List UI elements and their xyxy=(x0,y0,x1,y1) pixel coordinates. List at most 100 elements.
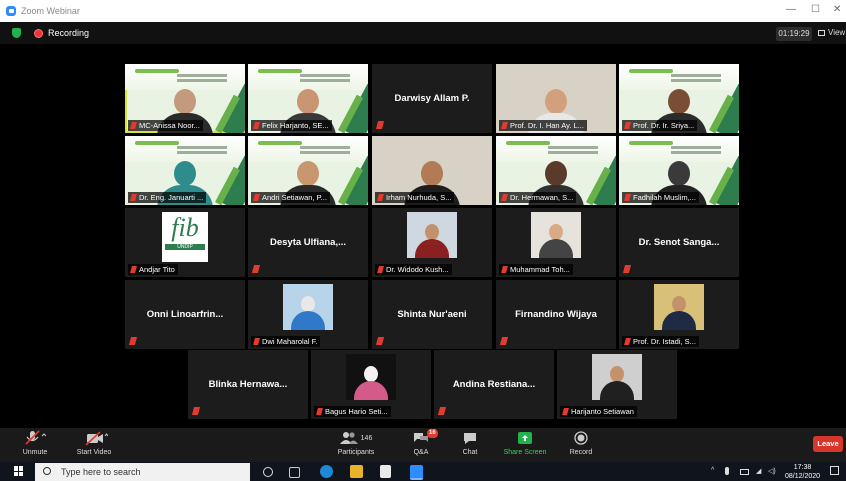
search-icon xyxy=(43,467,51,475)
participant-name-label: Bagus Hario Seti... xyxy=(314,406,391,417)
battery-icon[interactable] xyxy=(740,469,749,475)
participant-name-label: Irham Nurhuda, S... xyxy=(375,192,455,203)
profile-photo xyxy=(531,212,581,258)
participant-name: Shinta Nur'aeni xyxy=(397,309,467,320)
participant-name-label: Prof. Dr. Ir. Sriya... xyxy=(622,120,698,131)
participant-name-label: Prof. Dr. I. Han Ay. L... xyxy=(499,120,587,131)
participants-label: Participants xyxy=(337,449,375,456)
participants-icon: 146 xyxy=(339,430,373,446)
windows-start-icon[interactable] xyxy=(14,466,24,476)
webinar-banner xyxy=(248,64,368,90)
participant-tile[interactable]: Dr. Senot Sanga... xyxy=(619,208,739,277)
participant-name: Dr. Senot Sanga... xyxy=(638,237,720,248)
leave-button[interactable]: Leave xyxy=(813,436,843,452)
minimize-button[interactable]: — xyxy=(786,4,796,15)
view-label: View xyxy=(828,28,846,37)
participant-tile[interactable]: Dwi Maharolal F. xyxy=(248,280,368,349)
participants-button[interactable]: 146 Participants xyxy=(334,430,378,456)
notification-icon[interactable] xyxy=(830,466,839,475)
participant-tile[interactable]: Irham Nurhuda, S... xyxy=(372,136,492,205)
store-icon[interactable] xyxy=(380,465,391,478)
edge-browser-icon[interactable] xyxy=(320,465,333,478)
participant-name-label: Andri Setiawan, P... xyxy=(251,192,330,203)
zoom-app-icon xyxy=(6,6,16,16)
participant-name: Onni Linoarfrin... xyxy=(146,309,224,320)
participant-tile[interactable]: Darwisy Allam P. xyxy=(372,64,492,133)
window-title: Zoom Webinar xyxy=(21,6,80,16)
participant-name-label: Fadhilah Muslim,... xyxy=(622,192,699,203)
participant-tile[interactable]: Blinka Hernawa... xyxy=(188,350,308,419)
security-shield-icon[interactable] xyxy=(12,28,21,38)
participant-tile[interactable]: Muhammad Toh... xyxy=(496,208,616,277)
participant-name-label: Felix Harjanto, SE... xyxy=(251,120,332,131)
participant-tile[interactable]: Desyta Ulfiana,... xyxy=(248,208,368,277)
share-screen-button[interactable]: Share Screen xyxy=(500,430,550,456)
clock-date: 08/12/2020 xyxy=(785,473,821,480)
participant-name-label: Dr. Widodo Kush... xyxy=(375,264,452,275)
participant-tile[interactable]: Shinta Nur'aeni xyxy=(372,280,492,349)
meeting-timer: 01:19:29 xyxy=(776,27,812,41)
participant-name: Firnandino Wijaya xyxy=(515,309,597,320)
window-titlebar: Zoom Webinar — ☐ ✕ xyxy=(0,0,846,22)
close-button[interactable]: ✕ xyxy=(833,4,841,15)
qa-label: Q&A xyxy=(413,449,429,456)
participant-tile[interactable]: MC-Anissa Noor... xyxy=(125,64,245,133)
record-button[interactable]: Record xyxy=(566,430,596,456)
participant-tile[interactable]: Felix Harjanto, SE... xyxy=(248,64,368,133)
view-button[interactable]: View xyxy=(818,28,845,37)
participant-name-label: Harijanto Setiawan xyxy=(560,406,637,417)
share-screen-label: Share Screen xyxy=(503,449,547,456)
webinar-banner xyxy=(125,136,245,162)
taskbar-search-box[interactable]: Type here to search xyxy=(35,463,250,481)
participant-name-label: Dr. Eng. Januarti ... xyxy=(128,192,207,203)
participant-tile[interactable]: Dr. Eng. Januarti ... xyxy=(125,136,245,205)
webinar-banner xyxy=(125,64,245,90)
profile-photo xyxy=(346,354,396,400)
participants-count: 146 xyxy=(360,434,373,442)
cortana-icon[interactable] xyxy=(263,467,273,477)
profile-photo xyxy=(592,354,642,400)
webinar-banner xyxy=(496,136,616,162)
chat-button[interactable]: Chat xyxy=(457,430,483,456)
participant-tile[interactable]: Andina Restiana... xyxy=(434,350,554,419)
participant-tile[interactable]: Fadhilah Muslim,... xyxy=(619,136,739,205)
participant-tile[interactable]: Onni Linoarfrin... xyxy=(125,280,245,349)
participant-name: Andina Restiana... xyxy=(452,379,536,390)
tray-person-icon[interactable] xyxy=(725,467,729,475)
maximize-button[interactable]: ☐ xyxy=(811,4,820,15)
participant-tile[interactable]: Dr. Widodo Kush... xyxy=(372,208,492,277)
participant-tile[interactable]: Bagus Hario Seti... xyxy=(311,350,431,419)
chat-icon xyxy=(463,430,477,446)
start-video-label: Start Video xyxy=(76,449,112,456)
webinar-banner xyxy=(248,136,368,162)
chat-label: Chat xyxy=(462,449,478,456)
volume-icon[interactable]: ◁) xyxy=(768,467,776,475)
taskbar-clock[interactable]: 17:38 08/12/2020 xyxy=(785,463,820,481)
muted-mic-icon xyxy=(24,430,46,446)
task-view-icon[interactable] xyxy=(289,467,300,478)
webinar-banner xyxy=(619,136,739,162)
participant-name-label: Muhammad Toh... xyxy=(499,264,573,275)
clock-time: 17:38 xyxy=(793,464,812,471)
participant-tile[interactable]: fib UNDIP Andjar Tito xyxy=(125,208,245,277)
network-icon[interactable]: ◢ xyxy=(756,467,761,475)
recording-label[interactable]: Recording xyxy=(48,28,89,38)
participant-name-label: Prof. Dr. Istadi, S... xyxy=(622,336,699,347)
profile-photo xyxy=(283,284,333,330)
fib-logo: fib UNDIP xyxy=(162,212,208,262)
participant-tile[interactable]: Prof. Dr. Ir. Sriya... xyxy=(619,64,739,133)
participant-tile[interactable]: Andri Setiawan, P... xyxy=(248,136,368,205)
unmute-label: Unmute xyxy=(22,449,48,456)
participant-name-label: Dr. Hermawan, S... xyxy=(499,192,577,203)
file-explorer-icon[interactable] xyxy=(350,465,363,478)
participant-tile[interactable]: Firnandino Wijaya xyxy=(496,280,616,349)
participant-tile[interactable]: Prof. Dr. Istadi, S... xyxy=(619,280,739,349)
grid-view-icon xyxy=(818,30,825,36)
participant-tile[interactable]: Harijanto Setiawan xyxy=(557,350,677,419)
participant-tile[interactable]: Dr. Hermawan, S... xyxy=(496,136,616,205)
participant-tile[interactable]: Prof. Dr. I. Han Ay. L... xyxy=(496,64,616,133)
unmute-button[interactable]: Unmute xyxy=(18,430,52,456)
start-video-button[interactable]: Start Video xyxy=(72,430,116,456)
zoom-taskbar-icon[interactable] xyxy=(410,465,423,480)
tray-chevron-icon[interactable]: ^ xyxy=(711,467,714,474)
